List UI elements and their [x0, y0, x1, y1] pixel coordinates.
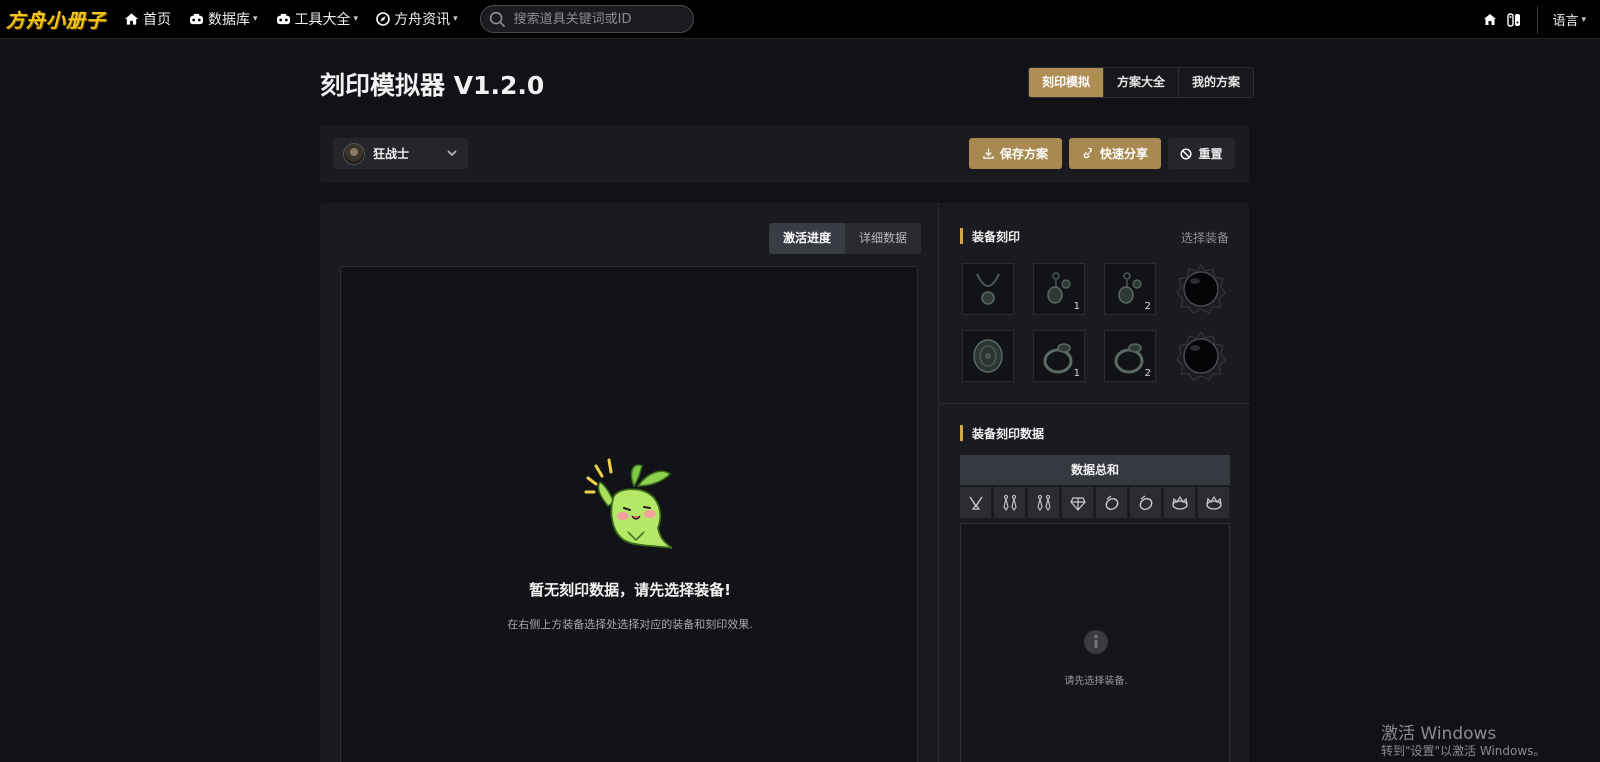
crown-icon — [1205, 495, 1222, 510]
search-input[interactable] — [513, 11, 684, 27]
progress-area: 激活进度 详细数据 暂无刻印数据，请先选择装备! 在右侧上方装备选择处选择对应的… — [320, 203, 938, 762]
mode-tabs: 刻印模拟 方案大全 我的方案 — [1028, 67, 1255, 98]
sprout-mascot-icon — [584, 458, 673, 549]
navbar-right: 语言 ▾ — [1483, 0, 1600, 39]
slot-number: 2 — [1144, 368, 1151, 379]
top-navbar: 方舟小册子 首页 数据库 ▾ 工具大全 ▾ 方舟资讯 ▾ 语言 ▾ — [0, 0, 1600, 39]
nav-tools-label: 工具大全 — [294, 12, 351, 28]
page-title: 刻印模拟器 V1.2.0 — [320, 71, 545, 100]
view-tabs: 激活进度 详细数据 — [769, 223, 922, 254]
nav-news[interactable]: 方舟资讯 ▾ — [376, 9, 458, 29]
engraving-data-box: 请先选择装备. — [960, 523, 1230, 762]
slot-number: 1 — [1073, 368, 1080, 379]
filter-gem[interactable] — [1062, 487, 1093, 518]
class-name: 狂战士 — [373, 147, 410, 161]
equip-slot[interactable]: 2 — [1104, 263, 1156, 315]
gem-icon — [1069, 496, 1086, 511]
data-empty-hint: 请先选择装备. — [1064, 676, 1128, 687]
bracelet-icon — [1139, 495, 1152, 510]
equip-engraving-heading: 装备刻印 — [960, 228, 1020, 244]
home-icon — [124, 13, 139, 25]
slot-number: 2 — [1144, 301, 1151, 312]
empty-state-title: 暂无刻印数据，请先选择装备! — [529, 581, 731, 599]
class-avatar — [343, 142, 365, 165]
quick-share-label: 快速分享 — [1099, 147, 1148, 161]
reset-button[interactable]: 重置 — [1168, 138, 1235, 169]
ability-stone-icon — [1176, 331, 1226, 381]
search-box — [479, 5, 694, 33]
nav-tools[interactable]: 工具大全 ▾ — [276, 9, 359, 29]
ability-stone-icon — [1176, 264, 1226, 314]
nav-home[interactable]: 首页 — [124, 9, 171, 29]
toolbox-icon — [276, 13, 290, 24]
equip-slot[interactable] — [962, 263, 1014, 315]
chevron-down-icon — [447, 150, 457, 157]
nav-database[interactable]: 数据库 ▾ — [189, 9, 258, 29]
filter-bracelet-2[interactable] — [1130, 487, 1161, 518]
data-sum-header[interactable]: 数据总和 — [960, 455, 1230, 485]
main-panel: 激活进度 详细数据 暂无刻印数据，请先选择装备! 在右侧上方装备选择处选择对应的… — [320, 203, 1250, 762]
necklace-icon — [976, 273, 1000, 305]
section-divider — [939, 403, 1250, 404]
filter-crown-2[interactable] — [1198, 487, 1229, 518]
equipment-area: 装备刻印 选择装备 1 2 1 2 装备刻印数据 数据总和 请先选择装备. — [938, 203, 1250, 762]
download-icon — [983, 148, 994, 159]
necklace-icon — [968, 496, 983, 510]
shield-icon — [973, 339, 1003, 373]
info-icon — [1084, 630, 1108, 654]
equip-data-heading: 装备刻印数据 — [960, 425, 1044, 441]
earring-icon — [1036, 494, 1051, 511]
navbar-separator — [1537, 5, 1539, 34]
slot-number: 1 — [1073, 301, 1080, 312]
equip-slot[interactable] — [1175, 330, 1227, 382]
database-icon — [190, 13, 204, 24]
equip-slot[interactable] — [962, 330, 1014, 382]
filter-earring-1[interactable] — [994, 487, 1025, 518]
language-selector[interactable]: 语言 ▾ — [1552, 10, 1586, 29]
chevron-down-icon: ▾ — [353, 14, 359, 24]
filter-bracelet-1[interactable] — [1096, 487, 1127, 518]
nav-home-label: 首页 — [143, 12, 172, 28]
empty-state-subtitle: 在右侧上方装备选择处选择对应的装备和刻印效果. — [507, 618, 753, 631]
filter-earring-2[interactable] — [1028, 487, 1059, 518]
tab-all-plans[interactable]: 方案大全 — [1103, 68, 1179, 97]
windows-activation-title: 激活 Windows — [1381, 724, 1497, 744]
link-icon — [1083, 147, 1092, 158]
site-logo[interactable]: 方舟小册子 — [6, 6, 106, 33]
bracelet-icon — [1105, 495, 1118, 510]
earring-icon — [1002, 494, 1017, 511]
tab-my-plans[interactable]: 我的方案 — [1178, 68, 1254, 97]
nav-database-label: 数据库 — [208, 12, 251, 28]
windows-activation-subtitle: 转到"设置"以激活 Windows。 — [1381, 744, 1546, 758]
equip-slot[interactable]: 1 — [1033, 263, 1085, 315]
equip-slot[interactable]: 2 — [1104, 330, 1156, 382]
stat-filter-row — [960, 487, 1230, 518]
toolbar: 狂战士 保存方案 快速分享 重置 — [320, 125, 1249, 183]
tab-engraving-sim[interactable]: 刻印模拟 — [1029, 68, 1104, 97]
compass-icon — [376, 12, 390, 26]
save-plan-button[interactable]: 保存方案 — [969, 138, 1062, 169]
chevron-down-icon: ▾ — [253, 14, 258, 24]
select-equipment-link[interactable]: 选择装备 — [1181, 229, 1229, 246]
language-label: 语言 — [1552, 14, 1579, 29]
switch-console-icon[interactable] — [1507, 12, 1521, 27]
filter-necklace[interactable] — [960, 487, 991, 518]
equip-slot[interactable]: 1 — [1033, 330, 1085, 382]
chevron-down-icon: ▾ — [1581, 14, 1586, 25]
chevron-down-icon: ▾ — [453, 14, 458, 24]
crown-icon — [1171, 495, 1188, 510]
house-icon[interactable] — [1483, 13, 1497, 26]
reset-label: 重置 — [1198, 147, 1223, 161]
empty-state: 暂无刻印数据，请先选择装备! 在右侧上方装备选择处选择对应的装备和刻印效果. — [340, 266, 918, 762]
class-select[interactable]: 狂战士 — [333, 138, 468, 169]
equip-slot[interactable] — [1175, 263, 1227, 315]
save-plan-label: 保存方案 — [999, 147, 1048, 161]
search-icon — [489, 11, 505, 27]
ban-icon — [1180, 147, 1193, 160]
tab-detail-data[interactable]: 详细数据 — [845, 223, 922, 254]
nav-news-label: 方舟资讯 — [394, 12, 451, 28]
tab-activation-progress[interactable]: 激活进度 — [769, 223, 846, 254]
filter-crown-1[interactable] — [1164, 487, 1195, 518]
quick-share-button[interactable]: 快速分享 — [1069, 138, 1161, 169]
